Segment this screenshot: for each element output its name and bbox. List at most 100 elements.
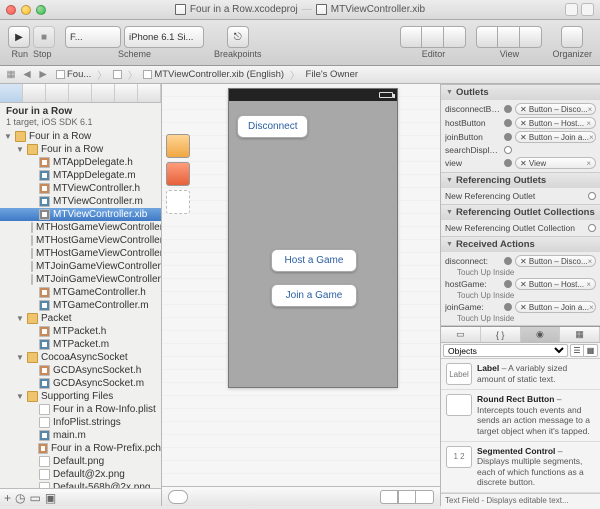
outlet-row[interactable]: hostButton✕ Button – Host...: [445, 116, 596, 130]
close-window-button[interactable]: [6, 5, 16, 15]
new-ref-outlet-col[interactable]: New Referencing Outlet Collection: [445, 223, 585, 233]
dock-view[interactable]: [166, 190, 190, 214]
tree-item[interactable]: GCDAsyncSocket.m: [0, 377, 161, 390]
organizer-button[interactable]: [561, 26, 583, 48]
breakpoints-toggle[interactable]: ⎋: [227, 26, 249, 48]
action-row[interactable]: hostGame:✕ Button – Host...: [445, 277, 596, 291]
tree-item[interactable]: ▼Packet: [0, 312, 161, 325]
tree-item[interactable]: MTAppDelegate.h: [0, 156, 161, 169]
tree-item[interactable]: Four in a Row-Prefix.pch: [0, 442, 161, 455]
tree-item[interactable]: MTViewController.xib: [0, 208, 161, 221]
minimize-window-button[interactable]: [21, 5, 31, 15]
library-item[interactable]: 1 2Segmented Control – Displays multiple…: [441, 442, 600, 494]
view-utilities-toggle[interactable]: [520, 26, 542, 48]
tree-item[interactable]: ▼Four in a Row: [0, 143, 161, 156]
canvas-layout-button-2[interactable]: [398, 490, 416, 504]
canvas-layout-button-1[interactable]: [380, 490, 398, 504]
library-list[interactable]: LabelLabel – A variably sized amount of …: [441, 359, 600, 493]
library-tab-objects[interactable]: ◉: [521, 327, 561, 342]
jump-crumb-file[interactable]: MTViewController.xib (English): [141, 69, 286, 80]
dock-first-responder[interactable]: [166, 162, 190, 186]
action-row[interactable]: joinGame:✕ Button – Join a...: [445, 300, 596, 314]
tree-item[interactable]: MTHostGameViewController.h: [0, 221, 161, 234]
nav-add-button[interactable]: +: [4, 491, 11, 505]
jump-crumb-project[interactable]: Fou...: [54, 69, 93, 80]
tree-item[interactable]: ▼Supporting Files: [0, 390, 161, 403]
tree-item[interactable]: MTGameController.m: [0, 299, 161, 312]
editor-version-button[interactable]: [444, 26, 466, 48]
jump-back-button[interactable]: ◀: [20, 69, 34, 80]
outlet-row[interactable]: disconnectButton✕ Button – Disco...: [445, 102, 596, 116]
navigator-tab-issue[interactable]: [69, 84, 92, 102]
tree-item[interactable]: ▼Four in a Row: [0, 130, 161, 143]
view-navigator-toggle[interactable]: [476, 26, 498, 48]
tree-item[interactable]: InfoPlist.strings: [0, 416, 161, 429]
library-tab-media[interactable]: ▦: [560, 327, 600, 342]
titlebar-aux-2[interactable]: [581, 3, 594, 16]
jump-crumb-group[interactable]: [111, 70, 124, 79]
simulated-device-view[interactable]: Disconnect Host a Game Join a Game: [228, 88, 398, 388]
editor-assistant-button[interactable]: [422, 26, 444, 48]
ib-canvas[interactable]: Disconnect Host a Game Join a Game: [162, 84, 440, 486]
project-tree[interactable]: ▼Four in a Row▼Four in a RowMTAppDelegat…: [0, 130, 161, 488]
action-row[interactable]: disconnect:✕ Button – Disco...: [445, 254, 596, 268]
tree-item[interactable]: GCDAsyncSocket.h: [0, 364, 161, 377]
tree-item[interactable]: Default.png: [0, 455, 161, 468]
library-view-grid-button[interactable]: ▦: [584, 344, 598, 357]
tree-item[interactable]: MTJoinGameViewController.h: [0, 260, 161, 273]
ref-outlet-col-header[interactable]: Referencing Outlet Collections: [441, 205, 600, 220]
jump-crumb-object[interactable]: File's Owner: [304, 69, 361, 80]
navigator-tab-debug[interactable]: [92, 84, 115, 102]
tree-item[interactable]: Default-568h@2x.png: [0, 481, 161, 488]
new-ref-outlet[interactable]: New Referencing Outlet: [445, 191, 585, 201]
tree-item[interactable]: MTGameController.h: [0, 286, 161, 299]
outline-toggle-button[interactable]: [168, 490, 188, 504]
navigator-tab-log[interactable]: [138, 84, 161, 102]
library-item[interactable]: Round Rect Button – Intercepts touch eve…: [441, 390, 600, 442]
navigator-tab-project[interactable]: [0, 84, 23, 102]
outlets-header[interactable]: Outlets: [441, 85, 600, 100]
nav-filter-recent-icon[interactable]: ◷: [15, 491, 25, 505]
tree-item[interactable]: MTAppDelegate.m: [0, 169, 161, 182]
tree-item[interactable]: MTJoinGameViewController.m: [0, 273, 161, 286]
ref-outlets-header[interactable]: Referencing Outlets: [441, 173, 600, 188]
editor-standard-button[interactable]: [400, 26, 422, 48]
jump-forward-button[interactable]: ▶: [36, 69, 50, 80]
host-game-button[interactable]: Host a Game: [271, 249, 357, 272]
join-game-button[interactable]: Join a Game: [271, 284, 357, 307]
navigator-tab-breakpoint[interactable]: [115, 84, 138, 102]
scheme-destination-popup[interactable]: iPhone 6.1 Si...: [124, 26, 204, 48]
tree-item[interactable]: MTHostGameViewController.xib: [0, 247, 161, 260]
outlet-row[interactable]: searchDisplayController: [445, 144, 596, 156]
tree-item[interactable]: Default@2x.png: [0, 468, 161, 481]
tree-item[interactable]: MTPacket.h: [0, 325, 161, 338]
view-debug-toggle[interactable]: [498, 26, 520, 48]
canvas-layout-button-3[interactable]: [416, 490, 434, 504]
project-header[interactable]: Four in a Row 1 target, iOS SDK 6.1: [0, 103, 161, 130]
library-tab-code-snippets[interactable]: { }: [481, 327, 521, 342]
nav-filter-scm-icon[interactable]: ▭: [30, 491, 41, 505]
library-filter-popup[interactable]: Objects: [443, 344, 568, 357]
library-view-list-button[interactable]: ☰: [570, 344, 584, 357]
tree-item[interactable]: main.m: [0, 429, 161, 442]
navigator-tab-search[interactable]: [46, 84, 69, 102]
tree-item[interactable]: MTViewController.m: [0, 195, 161, 208]
tree-item[interactable]: MTHostGameViewController.m: [0, 234, 161, 247]
stop-button[interactable]: ■: [33, 26, 55, 48]
received-actions-header[interactable]: Received Actions: [441, 237, 600, 252]
library-item[interactable]: LabelLabel – A variably sized amount of …: [441, 359, 600, 390]
tree-item[interactable]: MTViewController.h: [0, 182, 161, 195]
disconnect-button[interactable]: Disconnect: [237, 115, 308, 138]
run-button[interactable]: ▶: [8, 26, 30, 48]
zoom-window-button[interactable]: [36, 5, 46, 15]
library-tab-file-templates[interactable]: ▭: [441, 327, 481, 342]
titlebar-aux-1[interactable]: [565, 3, 578, 16]
tree-item[interactable]: ▼CocoaAsyncSocket: [0, 351, 161, 364]
tree-item[interactable]: MTPacket.m: [0, 338, 161, 351]
outlet-row[interactable]: joinButton✕ Button – Join a...: [445, 130, 596, 144]
scheme-target-popup[interactable]: F...: [65, 26, 121, 48]
nav-filter-unsaved-icon[interactable]: ▣: [45, 491, 56, 505]
jump-related-button[interactable]: ▦: [4, 69, 18, 80]
tree-item[interactable]: Four in a Row-Info.plist: [0, 403, 161, 416]
navigator-tab-symbol[interactable]: [23, 84, 46, 102]
